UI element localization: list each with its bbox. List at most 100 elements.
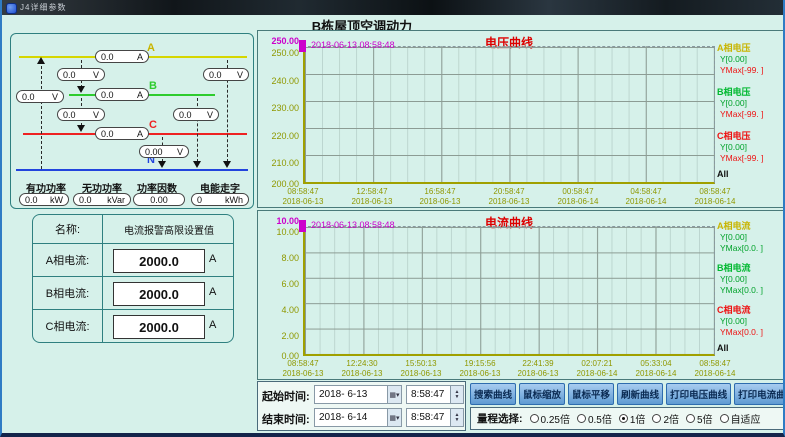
voltage-bc-display: 0.0V	[57, 108, 105, 121]
voltage-an-display: 0.0V	[203, 68, 249, 81]
x-tick: 20:58:472018-06-13	[477, 187, 541, 206]
legend-series-name: B相电流	[717, 263, 785, 274]
calendar-dropdown-icon[interactable]: ▦▾	[387, 386, 401, 403]
app-icon	[6, 3, 17, 14]
unit: kW	[50, 195, 63, 205]
legend-ymax-value: YMax[-99. ]	[717, 109, 785, 120]
current-alarm-settings-table: 名称: 电流报警高限设置值 A相电流: 2000.0 A B相电流: 2000.…	[32, 214, 234, 343]
search-curve-button[interactable]: 搜索曲线	[470, 383, 516, 405]
title-bar[interactable]: J4详细参数	[2, 0, 783, 15]
voltage-bn-display: 0.0V	[173, 108, 219, 121]
value: 0.0	[63, 110, 76, 120]
range-option-5x[interactable]: 5倍	[686, 411, 713, 426]
app-window: J4详细参数 B栋屋顶空调动力 A B C N 0.0A 0.0A	[0, 0, 785, 437]
row-unit: A	[209, 319, 216, 331]
radio-icon	[530, 414, 539, 423]
y-tick: 220.00	[258, 131, 299, 141]
value: 0.0	[209, 70, 222, 80]
end-time-value: 8:58:47	[407, 412, 450, 423]
start-time-field[interactable]: 8:58:47 ▲▼	[406, 385, 464, 404]
mouse-pan-button[interactable]: 鼠标平移	[568, 383, 614, 405]
voltage-plot-area[interactable]	[303, 46, 715, 184]
current-chart-panel: 电流曲线 2018-06-13 08:58:48 10.00 10.00 8.0…	[257, 210, 785, 380]
radio-label: 5倍	[697, 411, 713, 426]
value: 0.0	[63, 70, 76, 80]
legend-entry: C相电压 Y[0.00] YMax[-99. ]	[717, 131, 785, 164]
radio-icon	[686, 414, 695, 423]
value: 0.0	[179, 110, 192, 120]
phase-c-label: C	[149, 119, 157, 131]
arrow-down-icon	[77, 125, 85, 132]
legend-all[interactable]: All	[717, 343, 729, 353]
phase-a-limit-input[interactable]: 2000.0	[113, 249, 205, 273]
unit: A	[137, 90, 143, 100]
legend-series-name: C相电压	[717, 131, 785, 142]
legend-y-value: Y[0.00]	[717, 142, 785, 153]
legend-y-value: Y[0.00]	[717, 316, 785, 327]
active-power-display: 0.0kW	[19, 193, 69, 206]
table-row: A相电流: 2000.0 A	[33, 243, 233, 276]
y-tick: 210.00	[258, 158, 299, 168]
x-tick: 02:07:212018-06-14	[565, 359, 629, 378]
range-option-1x[interactable]: 1倍	[619, 411, 646, 426]
y-tick: 250.00	[258, 48, 299, 58]
phase-n-line	[16, 169, 248, 171]
voltage-chart-panel: 电压曲线 2018-06-13 08:58:48 250.00 250.00 2…	[257, 30, 785, 208]
bottom-control-bar: 起始时间: 2018- 6-13 ▦▾ 8:58:47 ▲▼ 结束时间: 201…	[257, 381, 785, 433]
header-value: 电流报警高限设置值	[105, 215, 233, 243]
energy-display: 0kWh	[191, 193, 249, 206]
print-current-curve-button[interactable]: 打印电流曲线	[734, 383, 785, 405]
radio-label: 0.5倍	[588, 411, 612, 426]
value: 0.00	[145, 147, 163, 157]
cursor-value: 250.00	[258, 36, 299, 46]
x-tick: 08:58:472018-06-13	[271, 187, 335, 206]
print-voltage-curve-button[interactable]: 打印电压曲线	[666, 383, 731, 405]
row-label: A相电流:	[33, 244, 103, 276]
unit: kWh	[225, 195, 243, 205]
range-option-auto[interactable]: 自适应	[720, 411, 761, 426]
x-tick: 00:58:472018-06-14	[546, 187, 610, 206]
legend-ymax-value: YMax[0.0. ]	[717, 243, 785, 254]
arrow-down-icon	[193, 161, 201, 168]
legend-series-name: A相电压	[717, 43, 785, 54]
start-date-field[interactable]: 2018- 6-13 ▦▾	[314, 385, 402, 404]
legend-all[interactable]: All	[717, 169, 729, 179]
measure-line	[41, 61, 42, 169]
cursor-marker[interactable]	[299, 220, 306, 232]
value: 0.0	[101, 90, 114, 100]
y-tick: 2.00	[258, 331, 299, 341]
phase-b-limit-input[interactable]: 2000.0	[113, 282, 205, 306]
phase-c-limit-input[interactable]: 2000.0	[113, 315, 205, 339]
start-time-value: 8:58:47	[407, 389, 450, 400]
unit: V	[52, 92, 58, 102]
power-factor-display: 0.00	[133, 193, 185, 206]
cursor-marker[interactable]	[299, 40, 306, 52]
legend-entry: A相电流 Y[0.00] YMax[0.0. ]	[717, 221, 785, 254]
range-option-025x[interactable]: 0.25倍	[530, 411, 570, 426]
mouse-zoom-button[interactable]: 鼠标缩放	[519, 383, 565, 405]
current-plot-area[interactable]	[303, 226, 715, 356]
phase-a-current-display: 0.0A	[95, 50, 149, 63]
phase-b-current-display: 0.0 A	[95, 88, 149, 101]
arrow-up-icon	[37, 57, 45, 64]
radio-label: 1倍	[630, 411, 646, 426]
unit: kVar	[107, 195, 125, 205]
end-date-field[interactable]: 2018- 6-14 ▦▾	[314, 408, 402, 427]
end-time-field[interactable]: 8:58:47 ▲▼	[406, 408, 464, 427]
radio-label: 0.25倍	[541, 411, 570, 426]
x-tick: 08:58:472018-06-14	[683, 187, 747, 206]
radio-icon	[619, 414, 628, 423]
end-time-label: 结束时间:	[262, 411, 310, 427]
range-option-2x[interactable]: 2倍	[652, 411, 679, 426]
time-spinner-icon[interactable]: ▲▼	[450, 409, 463, 426]
header-name: 名称:	[33, 215, 103, 243]
refresh-curve-button[interactable]: 刷新曲线	[617, 383, 663, 405]
time-spinner-icon[interactable]: ▲▼	[450, 386, 463, 403]
x-tick: 05:33:042018-06-14	[624, 359, 688, 378]
row-label: C相电流:	[33, 310, 103, 342]
calendar-dropdown-icon[interactable]: ▦▾	[387, 409, 401, 426]
legend-series-name: A相电流	[717, 221, 785, 232]
x-tick: 08:58:472018-06-13	[271, 359, 335, 378]
range-option-05x[interactable]: 0.5倍	[577, 411, 612, 426]
legend-entry: B相电压 Y[0.00] YMax[-99. ]	[717, 87, 785, 120]
